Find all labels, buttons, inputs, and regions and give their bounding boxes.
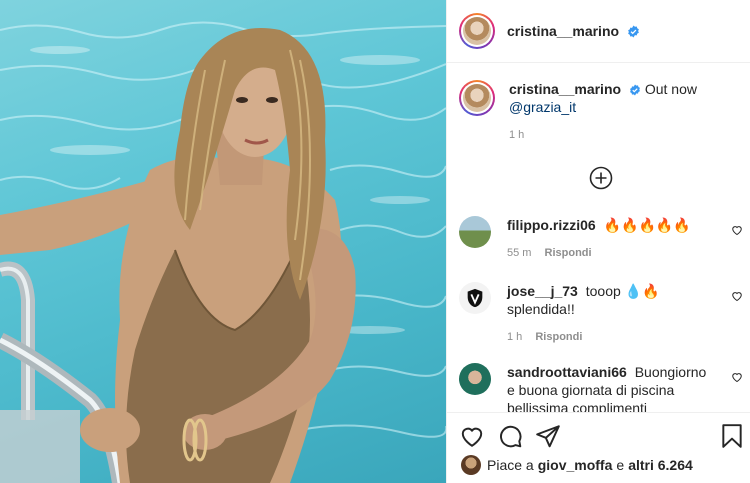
comment-icon[interactable] (497, 423, 523, 449)
comment-item: jose__j_73 tooop 💧🔥 splendida!! 1 h Risp… (459, 282, 743, 346)
heart-icon[interactable] (459, 423, 485, 449)
caption-avatar[interactable] (459, 80, 495, 116)
comment-username[interactable]: filippo.rizzi06 (507, 217, 596, 233)
caption-text: Out now (644, 81, 697, 97)
comment-username[interactable]: sandroottaviani66 (507, 364, 627, 380)
post-side-panel: cristina__marino cristina__marino Out no… (446, 0, 750, 483)
comment-body: filippo.rizzi06 🔥🔥🔥🔥🔥 55 m Rispondi (507, 216, 712, 262)
comment-avatar[interactable] (459, 216, 491, 248)
author-username-text[interactable]: cristina__marino (507, 23, 619, 39)
caption-username[interactable]: cristina__marino (509, 81, 621, 97)
liker-avatar[interactable] (461, 455, 481, 475)
author-avatar[interactable] (459, 13, 495, 49)
comments-list[interactable]: filippo.rizzi06 🔥🔥🔥🔥🔥 55 m Rispondi jose… (447, 200, 750, 412)
comment-meta: 55 m Rispondi (507, 244, 712, 262)
heart-icon[interactable] (731, 371, 743, 383)
share-icon[interactable] (535, 423, 561, 449)
comment-avatar[interactable] (459, 363, 491, 395)
club-crest-icon (467, 288, 483, 308)
instagram-post: cristina__marino cristina__marino Out no… (0, 0, 750, 483)
comment-username[interactable]: jose__j_73 (507, 283, 578, 299)
author-username[interactable]: cristina__marino (507, 23, 640, 39)
comment-avatar[interactable] (459, 282, 491, 314)
comment-text: 🔥🔥🔥🔥🔥 (603, 217, 691, 233)
bookmark-icon[interactable] (719, 423, 745, 449)
comment-item: filippo.rizzi06 🔥🔥🔥🔥🔥 55 m Rispondi (459, 216, 743, 262)
caption-body: cristina__marino Out now @grazia_it 1 h (509, 80, 697, 144)
comment-time[interactable]: 1 h (507, 331, 522, 343)
caption-mention[interactable]: @grazia_it (509, 98, 697, 116)
reply-button[interactable]: Rispondi (545, 247, 592, 259)
comment-body: jose__j_73 tooop 💧🔥 splendida!! 1 h Risp… (507, 282, 712, 346)
heart-icon[interactable] (731, 290, 743, 302)
plus-circle-icon[interactable] (589, 166, 613, 190)
verified-badge-icon (628, 25, 639, 38)
post-header: cristina__marino (447, 0, 750, 63)
heart-icon[interactable] (731, 224, 743, 236)
comment-meta: 1 h Rispondi (507, 328, 712, 346)
likes-connector: e (616, 457, 625, 473)
reply-button[interactable]: Rispondi (535, 331, 582, 343)
verified-badge-icon (630, 84, 640, 96)
likes-prefix: Piace a (487, 457, 534, 473)
caption-time[interactable]: 1 h (509, 126, 697, 144)
comment-time[interactable]: 55 m (507, 247, 531, 259)
likes-others[interactable]: altri 6.264 (628, 457, 693, 473)
likes-summary: Piace a giov_moffa e altri 6.264 (461, 455, 697, 475)
post-photo[interactable] (0, 0, 446, 483)
caption: cristina__marino Out now @grazia_it 1 h (459, 80, 739, 144)
comment-item: sandroottaviani66 Buongiorno e buona gio… (459, 363, 743, 412)
post-actions: Piace a giov_moffa e altri 6.264 (447, 412, 750, 483)
photo-illustration (0, 21, 446, 483)
comment-body: sandroottaviani66 Buongiorno e buona gio… (507, 363, 712, 412)
liker-username[interactable]: giov_moffa (538, 457, 613, 473)
